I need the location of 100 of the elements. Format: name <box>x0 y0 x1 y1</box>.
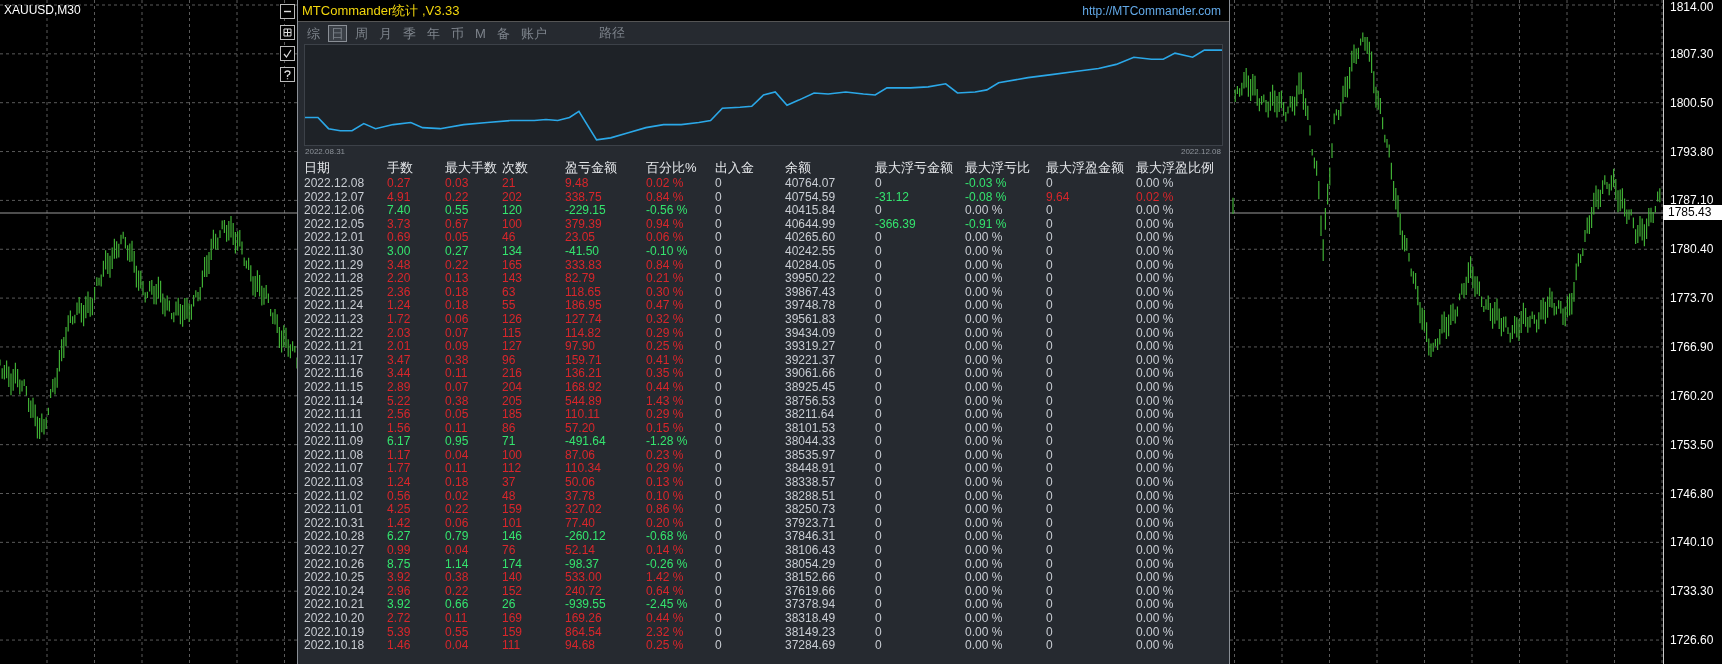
table-cell-text: 40242.55 <box>785 244 837 259</box>
table-cell-text: 0 <box>1046 367 1054 381</box>
table-cell-text: 0.00 % <box>1136 394 1175 409</box>
table-cell-text: 0.00 % <box>965 516 1004 531</box>
table-cell-text: 127.74 <box>565 312 603 327</box>
symbol-label: XAUUSD,M30 <box>4 3 81 17</box>
table-cell-text: 0.00 % <box>1136 217 1175 232</box>
table-cell-text: 0.25 % <box>646 340 685 354</box>
period-tab[interactable]: 年 <box>424 24 443 42</box>
period-tab[interactable]: 备 <box>493 24 513 42</box>
table-cell-text: 0 <box>715 530 723 545</box>
date-cell-text: 2022.10.21 <box>304 598 366 612</box>
column-header: 余额 <box>785 160 812 177</box>
table-cell-text: 0.94 % <box>646 217 685 232</box>
table-cell-text: 0.79 <box>445 530 470 545</box>
table-cell-text: 0.00 % <box>1136 448 1175 463</box>
date-cell-text: 2022.12.07 <box>304 190 366 205</box>
date-cell-text: 2022.11.14 <box>304 394 365 409</box>
table-cell-text: 0 <box>715 598 723 612</box>
table-cell-text: 0 <box>715 557 723 572</box>
table-cell-text: 0.69 <box>387 231 412 245</box>
table-cell-text: 9.64 <box>1046 190 1071 205</box>
table-cell-text: 0 <box>715 516 723 531</box>
table-cell-text: 0 <box>715 312 723 327</box>
period-tab[interactable]: 周 <box>352 24 371 42</box>
table-cell-text: 40764.07 <box>785 177 837 191</box>
website-link[interactable]: http://MTCommander.com <box>1082 3 1221 18</box>
table-cell-text: 21 <box>502 177 517 191</box>
period-tab[interactable]: 月 <box>376 24 395 42</box>
date-cell-text: 2022.11.01 <box>304 503 365 517</box>
table-cell-text: 0.00 % <box>965 557 1004 572</box>
period-tab[interactable]: 综 <box>304 24 323 42</box>
table-cell-text: 165 <box>502 258 524 273</box>
table-cell-text: 0.00 % <box>1136 503 1175 517</box>
table-cell-text: 0.20 % <box>646 516 685 531</box>
table-cell-text: 2.32 % <box>646 625 685 640</box>
table-cell-text: 0.30 % <box>646 285 685 300</box>
table-cell-text: 39319.27 <box>785 340 837 354</box>
period-tab[interactable]: 季 <box>400 24 419 42</box>
date-cell-text: 2022.10.27 <box>304 544 366 558</box>
minimize-button[interactable] <box>280 4 295 19</box>
period-tab[interactable]: 账户 <box>517 24 550 42</box>
panel-title: MTCommander统计 ,V3.33 <box>302 1 460 20</box>
period-tab[interactable]: 日 <box>328 24 347 42</box>
table-cell-text: 2.01 <box>387 340 412 354</box>
table-cell-text: 0.22 <box>445 190 470 205</box>
table-cell-text: 0 <box>1046 530 1054 545</box>
table-cell-text: 0.35 % <box>646 367 685 381</box>
table-cell-text: 0.00 % <box>1136 571 1175 585</box>
help-button[interactable] <box>280 67 295 82</box>
table-cell-text: 0.00 % <box>965 639 1004 653</box>
table-cell-text: 0 <box>875 530 883 545</box>
table-cell-text: -0.26 % <box>646 557 689 572</box>
table-cell-text: 0.00 % <box>1136 340 1175 354</box>
table-cell-text: 0 <box>875 584 883 599</box>
question-icon <box>283 69 292 80</box>
table-cell-text: 0 <box>875 639 883 653</box>
table-cell-text: 0.21 % <box>646 272 685 286</box>
table-cell-text: 37284.69 <box>785 639 837 653</box>
table-cell-text: 6.27 <box>387 530 412 545</box>
table-cell-text: 146 <box>502 530 524 545</box>
column-header: 百分比% <box>646 160 698 177</box>
table-cell-text: 2.89 <box>387 380 412 395</box>
table-cell-text: 0 <box>715 544 723 558</box>
table-cell-text: 0.22 <box>445 503 470 517</box>
price-label: 1753.50 <box>1670 437 1714 452</box>
table-cell-text: 0.18 <box>445 476 470 490</box>
table-cell-text: 0 <box>715 190 723 205</box>
table-cell-text: 0.00 % <box>1136 326 1175 341</box>
date-cell-text: 2022.12.08 <box>304 177 366 191</box>
table-cell-text: 0 <box>715 231 723 245</box>
table-cell-text: 0 <box>1046 340 1054 354</box>
table-cell-text: 1.77 <box>387 462 412 477</box>
table-cell-text: 0 <box>1046 503 1054 517</box>
path-tab[interactable]: 路径 <box>598 24 625 42</box>
table-cell-text: 3.48 <box>387 258 412 273</box>
table-cell-text: 0 <box>1046 462 1054 477</box>
price-label: 1726.60 <box>1670 633 1714 648</box>
date-cell-text: 2022.10.28 <box>304 530 366 545</box>
date-cell-text: 2022.11.23 <box>304 312 365 327</box>
table-cell-text: -0.08 % <box>965 190 1008 205</box>
table-cell-text: 38925.45 <box>785 380 837 395</box>
table-cell-text: 1.42 % <box>646 571 685 585</box>
grid-button[interactable] <box>280 25 295 40</box>
table-cell-text: 0 <box>715 272 723 286</box>
table-cell-text: 40284.05 <box>785 258 837 273</box>
check-button[interactable] <box>280 46 295 61</box>
table-cell-text: 3.92 <box>387 571 412 585</box>
table-cell-text: 0 <box>715 435 723 449</box>
date-cell-text: 2022.10.18 <box>304 639 366 653</box>
period-tab[interactable]: M <box>472 24 489 42</box>
table-cell-text: 94.68 <box>565 639 597 653</box>
table-cell-text: 0.38 <box>445 353 470 368</box>
table-cell-text: 0 <box>875 272 883 286</box>
table-cell-text: 0 <box>875 557 883 572</box>
start-date-label: 2022.08.31 <box>305 147 346 157</box>
period-tab[interactable]: 币 <box>448 24 467 42</box>
table-cell-text: 159.71 <box>565 353 603 368</box>
table-cell-text: 327.02 <box>565 503 603 517</box>
table-cell-text: 0.09 <box>445 340 470 354</box>
